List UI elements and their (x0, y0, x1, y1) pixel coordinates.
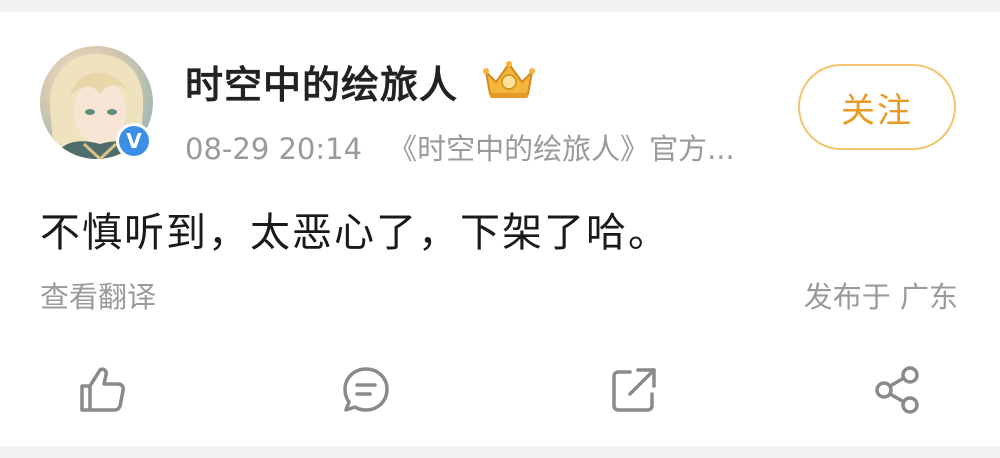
repost-icon (612, 368, 656, 412)
post-card: V 时空中的绘旅人 08-29 20:14 《时空中的绘旅人》官方... 关注 不… (0, 12, 1000, 446)
post-source[interactable]: 《时空中的绘旅人》官方... (388, 132, 735, 166)
comment-button[interactable] (340, 364, 392, 416)
repost-button[interactable] (608, 364, 660, 416)
follow-button[interactable]: 关注 (798, 64, 956, 150)
post-text: 不慎听到，太恶心了，下架了哈。 (40, 210, 670, 256)
post-meta: 08-29 20:14 《时空中的绘旅人》官方... (185, 126, 735, 168)
thumbs-up-icon (80, 367, 125, 412)
post-location: 发布于 广东 (803, 280, 958, 314)
author-name[interactable]: 时空中的绘旅人 (185, 54, 458, 109)
share-button[interactable] (872, 364, 924, 416)
post-timestamp: 08-29 20:14 (185, 132, 363, 166)
verified-badge: V (116, 123, 152, 159)
translate-link[interactable]: 查看翻译 (40, 274, 156, 316)
verified-icon: V (119, 126, 149, 156)
crown-icon (482, 60, 536, 100)
share-icon (875, 366, 919, 414)
like-button[interactable] (76, 364, 128, 416)
comment-icon (343, 367, 389, 412)
